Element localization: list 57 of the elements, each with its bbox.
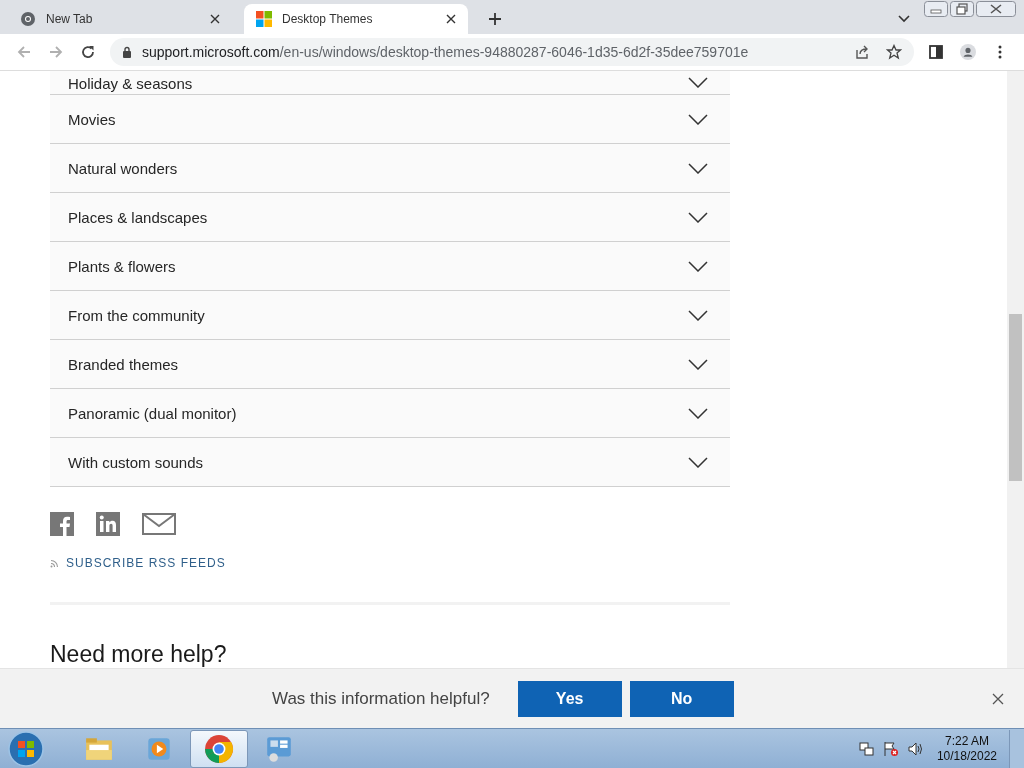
chevron-down-icon xyxy=(688,456,708,468)
profile-icon[interactable] xyxy=(960,44,976,60)
network-icon[interactable] xyxy=(858,740,875,757)
rss-icon xyxy=(50,558,60,569)
clock-time: 7:22 AM xyxy=(944,733,989,749)
email-icon[interactable] xyxy=(142,512,176,535)
browser-tab[interactable]: Desktop Themes xyxy=(244,4,468,34)
share-icon[interactable] xyxy=(854,44,870,60)
close-icon[interactable] xyxy=(210,14,220,24)
restore-icon[interactable] xyxy=(950,1,974,17)
chrome-icon xyxy=(204,733,234,764)
chevron-down-icon[interactable] xyxy=(898,15,910,23)
feedback-question: Was this information helpful? xyxy=(272,688,490,709)
star-icon[interactable] xyxy=(886,44,902,60)
address-bar[interactable]: support.microsoft.com/en-us/windows/desktop-themes-94880287-6046-1d35-6d2f-35dee759701e xyxy=(110,38,914,66)
accordion-item[interactable]: Movies xyxy=(50,95,730,144)
plus-icon[interactable] xyxy=(488,12,502,26)
chrome-icon xyxy=(20,11,36,27)
chevron-down-icon xyxy=(688,358,708,370)
clock[interactable]: 7:22 AM 10/18/2022 xyxy=(936,733,997,764)
close-icon[interactable] xyxy=(976,1,1016,17)
minimize-icon[interactable] xyxy=(924,1,948,17)
rss-link[interactable]: SUBSCRIBE RSS FEEDS xyxy=(50,556,226,571)
taskbar-app[interactable] xyxy=(190,729,248,768)
scrollbar[interactable] xyxy=(1007,71,1024,668)
facebook-icon[interactable] xyxy=(50,511,74,536)
chevron-down-icon xyxy=(688,211,708,223)
accordion-item[interactable]: Plants & flowers xyxy=(50,242,730,291)
accordion-item[interactable]: Places & landscapes xyxy=(50,193,730,242)
flag-icon[interactable] xyxy=(882,740,899,757)
accordion-item[interactable]: With custom sounds xyxy=(50,438,730,487)
accordion-item[interactable]: Holiday & seasons xyxy=(50,71,730,95)
speaker-icon[interactable] xyxy=(906,740,923,757)
accordion-item[interactable]: Panoramic (dual monitor) xyxy=(50,389,730,438)
clock-date: 10/18/2022 xyxy=(936,748,997,764)
windows-logo-icon xyxy=(256,11,272,27)
linkedin-icon[interactable] xyxy=(96,511,120,536)
accordion-item[interactable]: Branded themes xyxy=(50,340,730,389)
chevron-down-icon xyxy=(688,77,708,88)
feedback-button[interactable]: Yes xyxy=(517,680,622,717)
chevron-down-icon xyxy=(688,407,708,419)
chevron-down-icon xyxy=(688,113,708,125)
section-heading: Need more help? xyxy=(50,641,228,668)
side-panel-icon[interactable] xyxy=(928,44,944,60)
accordion-item[interactable]: From the community xyxy=(50,291,730,340)
accordion-item[interactable]: Natural wonders xyxy=(50,144,730,193)
start-button[interactable] xyxy=(8,730,44,767)
chevron-down-icon xyxy=(688,260,708,272)
chevron-down-icon xyxy=(688,162,708,174)
close-icon[interactable] xyxy=(446,14,456,24)
browser-tab[interactable]: New Tab xyxy=(8,4,232,34)
feedback-button[interactable]: No xyxy=(629,680,734,717)
lock-icon xyxy=(122,46,132,58)
chevron-down-icon xyxy=(688,309,708,321)
reload-icon[interactable] xyxy=(80,44,96,60)
close-icon[interactable] xyxy=(991,692,1004,705)
scrollbar-thumb[interactable] xyxy=(1009,314,1022,481)
